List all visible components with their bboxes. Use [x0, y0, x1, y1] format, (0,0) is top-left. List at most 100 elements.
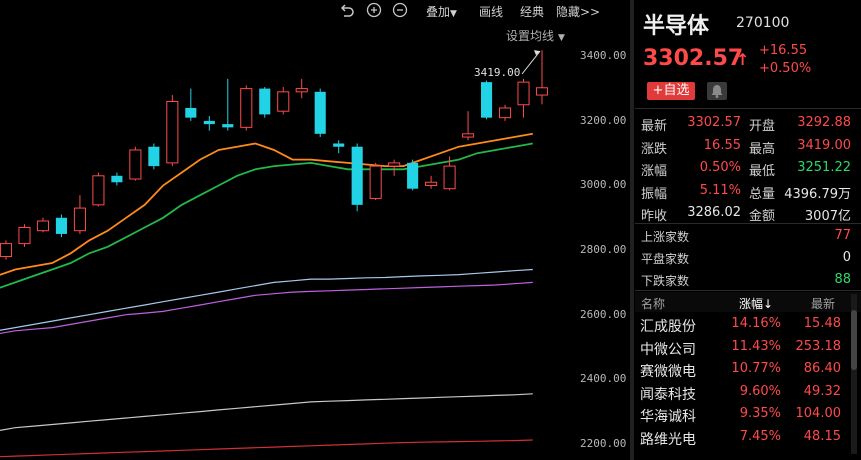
- quote-value: 3419.00: [797, 137, 851, 153]
- ma-line: [0, 268, 533, 332]
- separator: [635, 290, 861, 291]
- list-item[interactable]: 赛微微电 10.77% 86.40: [635, 358, 847, 380]
- candlestick[interactable]: [148, 143, 160, 170]
- candlestick[interactable]: [129, 146, 142, 181]
- candlestick[interactable]: [425, 175, 438, 189]
- index-code: 270100: [736, 15, 790, 31]
- candlestick[interactable]: [0, 240, 13, 260]
- candlestick[interactable]: [92, 172, 105, 207]
- stock-price: 49.32: [803, 383, 841, 399]
- candlestick[interactable]: [111, 172, 123, 186]
- ma-line: [0, 439, 533, 458]
- candle-body: [129, 149, 142, 180]
- index-name: 半导体: [643, 14, 710, 39]
- stock-name: 闻泰科技: [640, 386, 696, 403]
- candlestick[interactable]: [277, 86, 290, 115]
- candlestick[interactable]: [259, 86, 271, 118]
- candlestick[interactable]: [36, 217, 50, 233]
- candle-body: [535, 87, 549, 96]
- candlestick[interactable]: [351, 143, 363, 212]
- candlestick[interactable]: [203, 116, 215, 131]
- stock-change: 11.43%: [731, 338, 781, 354]
- quote-value: 4396.79万: [784, 186, 851, 202]
- candlestick[interactable]: [407, 159, 419, 191]
- col-pct-header[interactable]: 涨幅↓: [739, 295, 773, 312]
- y-tick-label: 2200.00: [580, 436, 627, 450]
- candlestick[interactable]: [185, 88, 197, 121]
- list-item[interactable]: 路维光电 7.45% 48.15: [635, 426, 847, 448]
- quote-label: 最高: [749, 141, 776, 157]
- candlestick[interactable]: [481, 80, 493, 120]
- candlestick[interactable]: [462, 111, 475, 141]
- candle-body: [314, 91, 326, 134]
- candle-body: [425, 181, 438, 186]
- candlestick[interactable]: [517, 78, 530, 118]
- stock-name: 赛微微电: [640, 364, 696, 380]
- candlestick[interactable]: [240, 85, 253, 131]
- alert-button[interactable]: [707, 82, 727, 100]
- quote-label: 振幅: [641, 186, 668, 202]
- candle-body: [407, 162, 419, 189]
- scrollbar-thumb[interactable]: [851, 310, 857, 370]
- quote-value: 16.55: [703, 137, 741, 153]
- list-item[interactable]: 华海诚科 9.35% 104.00: [635, 403, 847, 425]
- stock-change: 9.35%: [739, 406, 781, 421]
- candlestick[interactable]: [333, 140, 345, 154]
- candle-body: [0, 243, 13, 258]
- quote-label: 最低: [749, 164, 776, 179]
- candlestick[interactable]: [535, 50, 549, 105]
- kline-chart[interactable]: 叠加▼ 画线 经典 隐藏>> 设置均线 ▼ 3400.00 3200.00 3000.…: [0, 0, 630, 460]
- stock-price: 104.00: [795, 406, 842, 421]
- scrollbar[interactable]: [851, 294, 857, 454]
- candle-body: [259, 88, 271, 115]
- quote-row: 涨幅 0.50% 最低 3251.22: [635, 157, 861, 179]
- candlestick[interactable]: [55, 214, 67, 238]
- candlestick[interactable]: [369, 162, 382, 201]
- candlestick[interactable]: [222, 78, 234, 131]
- candle-body: [295, 88, 308, 93]
- add-watchlist-button[interactable]: +自选: [647, 82, 695, 100]
- change-value: +16.55: [759, 43, 808, 58]
- quote-panel: 半导体 270100 3302.57 ↑ +16.55 +0.50% +自选 最…: [635, 0, 861, 460]
- quote-row: 最新 3302.57 开盘 3292.88: [635, 112, 861, 134]
- quote-label: 昨收: [641, 209, 668, 224]
- quote-value: 3251.22: [797, 160, 851, 175]
- list-item[interactable]: 中微公司 11.43% 253.18: [635, 336, 847, 358]
- stock-price: 48.15: [803, 428, 841, 444]
- y-tick-label: 2600.00: [580, 307, 627, 321]
- max-marker-arrow: [521, 50, 541, 75]
- candlestick[interactable]: [314, 88, 326, 138]
- quote-value: 0.50%: [699, 160, 741, 175]
- breadth-label: 平盘家数: [641, 252, 690, 266]
- stock-price: 15.48: [803, 316, 841, 331]
- stock-change: 10.77%: [731, 361, 781, 376]
- candle-body: [111, 175, 123, 183]
- col-name-header[interactable]: 名称: [641, 295, 665, 312]
- candle-body: [36, 220, 50, 232]
- stock-price: 253.18: [795, 338, 842, 354]
- candlestick[interactable]: [388, 159, 401, 176]
- stock-name: 路维光电: [640, 431, 696, 448]
- breadth-label: 上涨家数: [641, 230, 690, 244]
- quote-value: 3292.88: [797, 115, 851, 130]
- y-tick-label: 3200.00: [580, 113, 627, 127]
- list-item[interactable]: 闻泰科技 9.60% 49.32: [635, 381, 847, 403]
- candlestick[interactable]: [166, 95, 179, 167]
- candlestick[interactable]: [73, 195, 86, 234]
- quote-label: 涨跌: [641, 141, 668, 157]
- candlestick[interactable]: [295, 78, 308, 99]
- candlestick[interactable]: [498, 104, 512, 121]
- candle-body: [517, 81, 530, 106]
- quote-value: 5.11%: [699, 182, 741, 198]
- candlestick[interactable]: [18, 224, 31, 247]
- panel-divider: [630, 0, 634, 460]
- col-price-header[interactable]: 最新: [811, 295, 835, 312]
- candle-body: [73, 207, 86, 232]
- candle-body: [166, 101, 179, 164]
- chart-canvas[interactable]: [0, 0, 630, 460]
- list-item[interactable]: 汇成股份 14.16% 15.48: [635, 313, 847, 335]
- constituent-list-header: 名称 涨幅↓ 最新: [635, 292, 861, 312]
- candle-body: [55, 217, 67, 234]
- stock-name: 中微公司: [640, 341, 696, 358]
- breadth-value: 0: [842, 250, 851, 265]
